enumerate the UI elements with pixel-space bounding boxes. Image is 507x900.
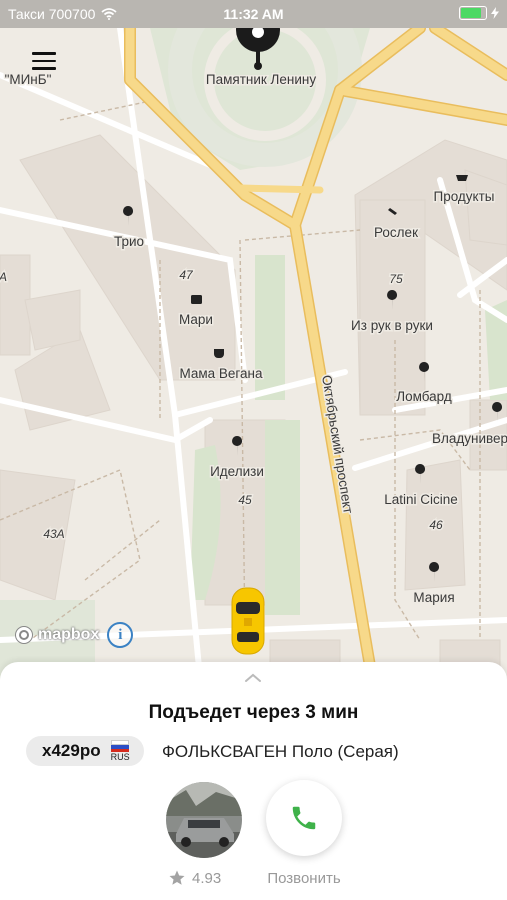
mapbox-logo: mapbox bbox=[14, 625, 99, 645]
map-label-mama: Мама Вегана bbox=[179, 366, 263, 381]
driver-car-photo bbox=[166, 782, 242, 858]
call-driver-button[interactable] bbox=[266, 780, 342, 856]
map-label-75: 75 bbox=[389, 272, 403, 286]
charging-icon bbox=[491, 7, 499, 19]
mapbox-logo-icon bbox=[15, 626, 33, 644]
map-label-latini: Latini Cicine bbox=[384, 492, 458, 507]
cart-icon-produkty bbox=[456, 175, 468, 181]
bag-icon-mari bbox=[191, 295, 202, 304]
status-right bbox=[459, 6, 499, 20]
map-label-maria: Мария bbox=[413, 590, 454, 605]
map-label-lombard: Ломбард bbox=[396, 389, 452, 404]
plate-region: RUS bbox=[111, 740, 130, 762]
map-label-vlad: Владунивер bbox=[432, 431, 507, 446]
map-label-lenin: Памятник Ленину bbox=[206, 72, 316, 87]
map-view[interactable]: Памятник Ленину "МИнБ" Продукты Рослек Т… bbox=[0, 0, 507, 684]
menu-button[interactable] bbox=[32, 52, 56, 70]
eta-title: Подъедет через 3 мин bbox=[148, 702, 359, 723]
map-label-46: 46 bbox=[429, 518, 443, 532]
car-description: ФОЛЬКСВАГЕН Поло (Серая) bbox=[162, 742, 399, 761]
mapbox-attribution: mapbox i bbox=[14, 622, 134, 648]
battery-icon bbox=[459, 6, 487, 20]
rating-value: 4.93 bbox=[192, 869, 222, 887]
ride-info-sheet: Подъедет через 3 мин х429ро RUS ФОЛЬКСВА… bbox=[0, 662, 507, 900]
plate-country: RUS bbox=[110, 752, 130, 762]
cup-icon-mama bbox=[214, 349, 224, 358]
map-label-minb: "МИнБ" bbox=[5, 72, 52, 87]
map-label-izruk: Из рук в руки bbox=[351, 318, 433, 333]
map-label-45: 45 bbox=[238, 493, 252, 507]
map-label-produkty: Продукты bbox=[434, 189, 495, 204]
map-label-43a: 43А bbox=[43, 527, 64, 541]
map-label-47: 47 bbox=[179, 268, 194, 282]
plate-number: х429ро bbox=[42, 741, 101, 760]
driver-rating: 4.93 bbox=[168, 869, 221, 887]
map-label-roslek: Рослек bbox=[374, 225, 418, 240]
taxi-car-icon bbox=[231, 587, 265, 655]
russia-flag-icon bbox=[111, 740, 130, 752]
chevron-up-icon[interactable] bbox=[243, 672, 263, 684]
map-label-a: А bbox=[0, 270, 7, 284]
map-info-button[interactable]: i bbox=[107, 622, 134, 648]
map-canvas[interactable]: Памятник Ленину "МИнБ" Продукты Рослек Т… bbox=[0, 0, 507, 684]
status-time: 11:32 AM bbox=[223, 6, 284, 22]
phone-icon bbox=[292, 806, 316, 830]
mapbox-wordmark: mapbox bbox=[38, 626, 100, 643]
star-icon bbox=[169, 870, 185, 885]
map-label-mari: Мари bbox=[179, 312, 213, 327]
status-bar: Такси 700700 11:32 AM bbox=[0, 0, 507, 28]
call-label: Позвонить bbox=[267, 870, 341, 887]
map-label-trio: Трио bbox=[114, 234, 144, 249]
license-plate-badge: х429ро RUS bbox=[26, 736, 144, 766]
map-label-idelizi: Иделизи bbox=[210, 464, 264, 479]
